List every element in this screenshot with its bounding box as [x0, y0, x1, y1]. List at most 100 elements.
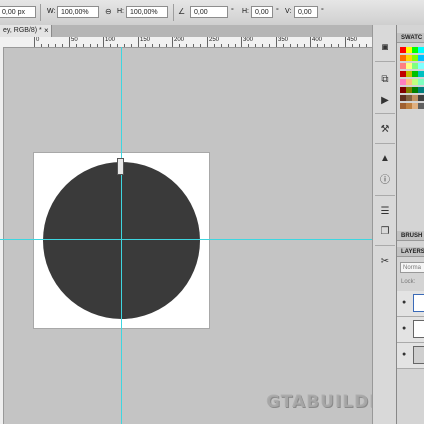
ruler-minor-tick	[221, 44, 222, 47]
visibility-eye-icon[interactable]: ●	[402, 299, 406, 306]
layer-row[interactable]: ●	[397, 291, 424, 317]
separator	[375, 245, 395, 246]
ruler-minor-tick	[62, 44, 63, 47]
ruler-minor-tick	[324, 44, 325, 47]
rotate-angle-field[interactable]: 0,00	[190, 6, 228, 18]
ruler-minor-tick	[317, 44, 318, 47]
height-field[interactable]: 100,00%	[126, 6, 168, 18]
options-bar: 0,00 px W: 100,00% ⊖ H: 100,00% ∠ 0,00 °…	[0, 0, 424, 26]
horizontal-ruler[interactable]: 0 50 100 150 200 250 300 350 400 450	[0, 37, 372, 48]
link-icon[interactable]: ⊖	[105, 7, 112, 16]
lock-label: Lock:	[401, 279, 416, 285]
ruler-tick	[310, 37, 311, 47]
separator	[173, 4, 174, 21]
brush-presets-icon[interactable]: ✂	[377, 255, 393, 269]
layer-thumbnail	[413, 320, 424, 338]
ruler-minor-tick	[76, 44, 77, 47]
separator	[375, 195, 395, 196]
mini-bridge-icon[interactable]: ▣	[377, 41, 393, 55]
ruler-minor-tick	[110, 44, 111, 47]
ruler-label: 100	[105, 37, 116, 43]
tool-presets-icon[interactable]: ⚒	[377, 123, 393, 137]
ruler-minor-tick	[193, 44, 194, 47]
ruler-label: 0	[36, 37, 40, 43]
ruler-minor-tick	[338, 44, 339, 47]
clone-source-icon[interactable]: ❐	[377, 225, 393, 239]
layer-thumbnail	[413, 294, 424, 312]
ruler-minor-tick	[366, 44, 367, 47]
ruler-minor-tick	[131, 44, 132, 47]
ruler-tick	[276, 37, 277, 47]
ruler-minor-tick	[214, 44, 215, 47]
ruler-minor-tick	[124, 44, 125, 47]
brushes-panel-title[interactable]: BRUSH	[397, 231, 424, 241]
ruler-minor-tick	[255, 44, 256, 47]
ruler-tick	[69, 37, 70, 47]
ruler-minor-tick	[186, 44, 187, 47]
ruler-minor-tick	[97, 44, 98, 47]
info-icon[interactable]: ⓘ	[377, 174, 393, 188]
angle-icon: ∠	[178, 7, 186, 16]
height-label: H:	[117, 8, 124, 15]
ruler-tick	[103, 37, 104, 47]
layers-panel-title[interactable]: LAYERS	[397, 247, 424, 257]
close-tab-icon[interactable]: ×	[44, 25, 49, 37]
separator	[375, 61, 395, 62]
ruler-minor-tick	[179, 44, 180, 47]
transform-handle[interactable]	[117, 158, 124, 175]
ruler-minor-tick	[90, 44, 91, 47]
blend-mode-select[interactable]: Norma	[400, 262, 424, 273]
ruler-minor-tick	[290, 44, 291, 47]
ruler-minor-tick	[200, 44, 201, 47]
swatches-panel-title[interactable]: SWATC	[397, 33, 424, 43]
ruler-tick	[207, 37, 208, 47]
ruler-tick	[138, 37, 139, 47]
ruler-label: 200	[174, 37, 185, 43]
degree-symbol: °	[276, 8, 279, 15]
ruler-minor-tick	[159, 44, 160, 47]
ruler-minor-tick	[228, 44, 229, 47]
ruler-minor-tick	[248, 44, 249, 47]
ruler-minor-tick	[117, 44, 118, 47]
horizontal-skew-label: H:	[242, 8, 249, 15]
ruler-minor-tick	[55, 44, 56, 47]
vertical-guide[interactable]	[121, 47, 122, 424]
horizontal-guide[interactable]	[0, 239, 372, 240]
ruler-minor-tick	[352, 44, 353, 47]
degree-symbol: °	[231, 8, 234, 15]
vertical-skew-label: V:	[285, 8, 292, 15]
ruler-minor-tick	[304, 44, 305, 47]
navigator-icon[interactable]: ▲	[377, 152, 393, 166]
ruler-minor-tick	[83, 44, 84, 47]
ruler-minor-tick	[152, 44, 153, 47]
ruler-tick	[172, 37, 173, 47]
paragraph-icon[interactable]: ☰	[377, 205, 393, 219]
ruler-tick	[34, 37, 35, 47]
visibility-eye-icon[interactable]: ●	[402, 325, 406, 332]
visibility-eye-icon[interactable]: ●	[402, 351, 406, 358]
x-position-field[interactable]: 0,00 px	[0, 6, 36, 18]
layer-row[interactable]: ●	[397, 317, 424, 343]
panel-icon-strip: ▣ ⧉ ▶ ⚒ ▲ ⓘ ☰ ❐ ✂	[372, 25, 397, 424]
ruler-label: 300	[243, 37, 254, 43]
ruler-minor-tick	[269, 44, 270, 47]
ruler-tick	[345, 37, 346, 47]
ruler-minor-tick	[166, 44, 167, 47]
layer-row[interactable]: ●	[397, 343, 424, 369]
history-icon[interactable]: ⧉	[377, 73, 393, 87]
ruler-minor-tick	[331, 44, 332, 47]
ruler-minor-tick	[41, 44, 42, 47]
width-field[interactable]: 100,00%	[57, 6, 99, 18]
vertical-skew-field[interactable]: 0,00	[294, 6, 318, 18]
separator	[375, 143, 395, 144]
ruler-minor-tick	[48, 44, 49, 47]
actions-icon[interactable]: ▶	[377, 94, 393, 108]
ruler-minor-tick	[283, 44, 284, 47]
ruler-label: 450	[347, 37, 358, 43]
ruler-label: 50	[71, 37, 78, 43]
horizontal-skew-field[interactable]: 0,00	[251, 6, 273, 18]
ruler-minor-tick	[235, 44, 236, 47]
ruler-minor-tick	[359, 44, 360, 47]
ruler-minor-tick	[145, 44, 146, 47]
width-label: W:	[47, 8, 56, 15]
